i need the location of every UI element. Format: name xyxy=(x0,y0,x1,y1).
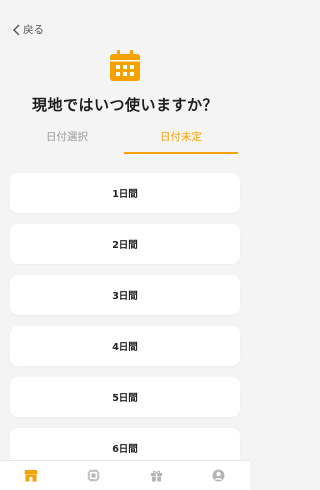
shop-icon xyxy=(24,470,38,482)
page: 戻る 現地ではいつ使いますか？ 日付選択 日付未定 1日間 2日間 3日間 4日… xyxy=(0,0,250,490)
back-label: 戻る xyxy=(23,24,44,36)
tab-date-undecided[interactable]: 日付未定 xyxy=(124,126,238,154)
back-button[interactable]: 戻る xyxy=(12,22,44,37)
nav-item-sim[interactable] xyxy=(74,461,114,490)
gift-icon xyxy=(150,470,162,482)
duration-option-3-days[interactable]: 3日間 xyxy=(10,275,240,315)
nav-item-shop[interactable] xyxy=(11,461,51,490)
duration-option-2-days[interactable]: 2日間 xyxy=(10,224,240,264)
chevron-left-icon xyxy=(13,24,20,35)
duration-option-list: 1日間 2日間 3日間 4日間 5日間 6日間 xyxy=(10,173,240,479)
page-title: 現地ではいつ使いますか？ xyxy=(31,96,218,114)
nav-item-account[interactable] xyxy=(199,461,239,490)
tab-bar: 日付選択 日付未定 xyxy=(10,126,238,154)
nav-item-gift[interactable] xyxy=(136,461,176,490)
duration-option-5-days[interactable]: 5日間 xyxy=(10,377,240,417)
calendar-icon xyxy=(110,50,140,81)
sim-chip-icon xyxy=(87,469,100,482)
tab-select-date[interactable]: 日付選択 xyxy=(10,126,124,154)
duration-option-4-days[interactable]: 4日間 xyxy=(10,326,240,366)
bottom-nav xyxy=(0,460,250,490)
duration-option-1-day[interactable]: 1日間 xyxy=(10,173,240,213)
account-icon xyxy=(212,469,225,482)
